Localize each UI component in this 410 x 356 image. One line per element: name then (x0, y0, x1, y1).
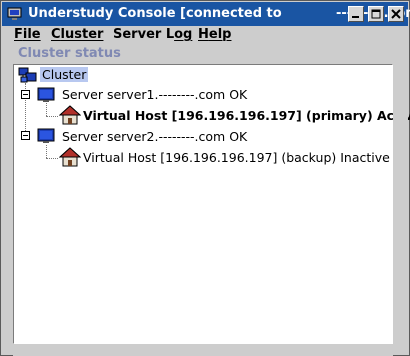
console-window: Understudy Console [connected to -------… (0, 0, 410, 356)
minimize-icon (352, 16, 359, 18)
house-icon (59, 147, 81, 167)
tree-line (46, 103, 47, 116)
maximize-icon (371, 9, 381, 19)
maximize-button[interactable] (368, 6, 384, 22)
menu-help[interactable]: Help (198, 27, 231, 42)
network-cluster-icon (18, 67, 37, 83)
menu-server-log[interactable]: Server Log (113, 27, 192, 42)
tree-server-1[interactable]: Server server1.--------.com OK (62, 87, 247, 102)
menu-cluster-mnemonic: C (51, 27, 61, 42)
menu-file-mnemonic: F (14, 27, 23, 42)
cluster-tree[interactable]: Cluster Server server1.--------.com OK V… (13, 64, 410, 344)
vertical-scroll-area (393, 64, 408, 344)
menu-cluster[interactable]: Cluster (51, 27, 103, 42)
close-icon (391, 9, 401, 19)
horizontal-scroll-area (13, 344, 393, 356)
menu-server-log-label: og (174, 27, 193, 42)
minimize-button[interactable] (348, 6, 364, 22)
close-button[interactable] (388, 6, 404, 22)
monitor-icon (37, 128, 55, 143)
collapse-toggle-server2[interactable] (21, 131, 30, 140)
tree-server-2[interactable]: Server server2.--------.com OK (62, 129, 247, 144)
title-bar[interactable]: Understudy Console [connected to -------… (2, 2, 410, 26)
tree-line (46, 145, 47, 158)
menu-server-log-mnemonic: Server L (113, 27, 175, 42)
menu-help-mnemonic: H (198, 27, 209, 42)
tree-line (46, 158, 58, 159)
menu-file[interactable]: File (14, 27, 41, 42)
menu-bar: File Cluster Server Log Help (2, 26, 408, 44)
menu-help-label: elp (208, 27, 232, 42)
tree-virtual-host-backup[interactable]: Virtual Host [196.196.196.197] (backup) … (83, 150, 390, 165)
section-title: Cluster status (18, 46, 121, 61)
tree-line (46, 116, 58, 117)
computer-icon (7, 7, 22, 20)
menu-file-label: ile (22, 27, 41, 42)
menu-cluster-label: luster (60, 27, 104, 42)
tree-virtual-host-primary[interactable]: Virtual Host [196.196.196.197] (primary)… (83, 108, 410, 123)
monitor-icon (37, 87, 55, 102)
tree-root-cluster[interactable]: Cluster (40, 67, 89, 82)
collapse-toggle-server1[interactable] (21, 90, 30, 99)
house-icon (59, 105, 81, 125)
